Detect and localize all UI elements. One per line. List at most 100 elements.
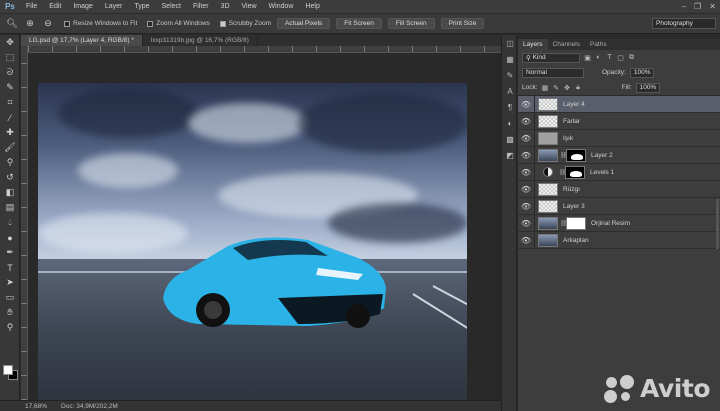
blend-mode-select[interactable]: Normal <box>522 67 584 78</box>
menu-view[interactable]: View <box>236 0 263 13</box>
filter-smart-icon[interactable]: ⧉ <box>628 54 635 61</box>
layer-row[interactable]: 👁︎ Arkaplan <box>518 231 720 249</box>
pen-tool-icon[interactable]: ✒ <box>0 245 20 260</box>
menu-type[interactable]: Type <box>128 0 155 13</box>
zoom-all-option[interactable]: Zoom All Windows <box>147 20 210 27</box>
zoom-tool-icon[interactable]: 🔍︎ <box>6 18 18 30</box>
menu-layer[interactable]: Layer <box>99 0 129 13</box>
layers-scrollbar[interactable] <box>716 199 719 249</box>
layer-row[interactable]: 👁︎ ⛓ Levels 1 <box>518 163 720 181</box>
history-panel-icon[interactable]: ◫ <box>502 35 518 51</box>
layer-row[interactable]: 👁︎ Işık <box>518 129 720 147</box>
adjustments-panel-icon[interactable]: ◐ <box>502 115 518 131</box>
path-select-tool-icon[interactable]: ➤ <box>0 275 20 290</box>
foreground-color-swatch[interactable] <box>3 365 13 375</box>
eye-icon[interactable]: 👁︎ <box>518 146 535 164</box>
tab-layers[interactable]: Layers <box>518 39 548 50</box>
clone-stamp-tool-icon[interactable]: ⚲ <box>0 155 20 170</box>
scrubby-zoom-checkbox[interactable] <box>219 20 226 27</box>
print-size-button[interactable]: Print Size <box>440 18 485 29</box>
tab-paths[interactable]: Paths <box>585 39 612 50</box>
document-image[interactable] <box>38 83 467 411</box>
layer-row[interactable]: 👁︎ Layer 4 <box>518 95 720 113</box>
menu-window[interactable]: Window <box>263 0 300 13</box>
minimize-icon[interactable]: – <box>682 2 686 11</box>
move-tool-icon[interactable]: ✥ <box>0 35 20 50</box>
eye-icon[interactable]: 👁︎ <box>518 95 535 113</box>
horizontal-ruler <box>28 46 501 53</box>
scrubby-zoom-option[interactable]: Scrubby Zoom <box>219 20 271 27</box>
menu-file[interactable]: File <box>20 0 43 13</box>
opacity-input[interactable]: 100% <box>629 67 654 78</box>
brush-panel-icon[interactable]: ✎ <box>502 67 518 83</box>
type-tool-icon[interactable]: T <box>0 260 20 275</box>
fill-screen-button[interactable]: Fill Screen <box>387 18 435 29</box>
tab-channels[interactable]: Channels <box>548 39 585 50</box>
healing-tool-icon[interactable]: ✚ <box>0 125 20 140</box>
filter-shape-icon[interactable]: ▢ <box>617 54 624 62</box>
fill-input[interactable]: 100% <box>635 82 660 93</box>
dodge-tool-icon[interactable]: ● <box>0 230 20 245</box>
eye-icon[interactable]: 👁︎ <box>518 129 535 147</box>
close-icon[interactable]: ✕ <box>709 2 716 11</box>
layer-thumbnail <box>538 131 558 145</box>
filter-type-icon[interactable]: T <box>606 54 613 61</box>
hand-tool-icon[interactable]: ✋︎ <box>0 305 20 320</box>
history-brush-tool-icon[interactable]: ↺ <box>0 170 20 185</box>
resize-windows-option[interactable]: Resize Windows to Fit <box>64 20 137 27</box>
filter-kind-select[interactable]: ⚲ Kind <box>522 52 580 63</box>
menu-edit[interactable]: Edit <box>43 0 67 13</box>
menu-image[interactable]: Image <box>67 0 98 13</box>
eraser-tool-icon[interactable]: ◧ <box>0 185 20 200</box>
tab-lg-psd[interactable]: LG.psd @ 17,7% (Layer 4, RGB/8) * <box>21 35 143 46</box>
gradient-tool-icon[interactable]: ▤ <box>0 200 20 215</box>
menu-select[interactable]: Select <box>156 0 187 13</box>
tab-lxxp-jpg[interactable]: lxxp31319b.jpg @ 16,7% (RGB/8) <box>143 35 258 46</box>
layer-row[interactable]: 👁︎ ⛓ Orjinal Resim <box>518 214 720 232</box>
layer-row[interactable]: 👁︎ Rüzgı <box>518 180 720 198</box>
blur-tool-icon[interactable]: 💧︎ <box>0 215 20 230</box>
menu-3d[interactable]: 3D <box>215 0 236 13</box>
eye-icon[interactable]: 👁︎ <box>518 231 535 249</box>
crop-tool-icon[interactable]: ⌗ <box>0 95 20 110</box>
lasso-tool-icon[interactable]: ᘐ <box>0 65 20 80</box>
workspace-select[interactable]: Photography <box>652 18 716 29</box>
swatches-panel-icon[interactable]: ▩ <box>502 131 518 147</box>
character-panel-icon[interactable]: A <box>502 83 518 99</box>
eye-icon[interactable]: 👁︎ <box>518 197 535 215</box>
layer-row[interactable]: 👁︎ Layer 3 <box>518 197 720 215</box>
paragraph-panel-icon[interactable]: ¶ <box>502 99 518 115</box>
eye-icon[interactable]: 👁︎ <box>518 163 535 181</box>
lock-pixels-icon[interactable]: ✎ <box>553 84 560 92</box>
menu-filter[interactable]: Filter <box>187 0 215 13</box>
zoom-level[interactable]: 17,68% <box>25 403 47 410</box>
canvas-area[interactable] <box>28 53 501 411</box>
restore-icon[interactable]: ❐ <box>694 2 701 11</box>
quick-select-tool-icon[interactable]: ✎ <box>0 80 20 95</box>
eye-icon[interactable]: 👁︎ <box>518 180 535 198</box>
styles-panel-icon[interactable]: ◩ <box>502 147 518 163</box>
actual-pixels-button[interactable]: Actual Pixels <box>277 18 331 29</box>
layer-row[interactable]: 👁︎ Farlar <box>518 112 720 130</box>
filter-adjustment-icon[interactable]: ◐ <box>595 54 602 61</box>
properties-panel-icon[interactable]: ▦ <box>502 51 518 67</box>
lock-position-icon[interactable]: ✥ <box>564 84 571 92</box>
shape-tool-icon[interactable]: ▭ <box>0 290 20 305</box>
zoom-all-checkbox[interactable] <box>147 20 154 27</box>
brush-tool-icon[interactable]: 🖌︎ <box>0 140 20 155</box>
cloud-shape <box>188 103 308 143</box>
eyedropper-tool-icon[interactable]: ⁄ <box>0 110 20 125</box>
eye-icon[interactable]: 👁︎ <box>518 214 535 232</box>
zoom-tool-sidebar-icon[interactable]: ⚲ <box>0 320 20 335</box>
layer-row[interactable]: 👁︎ ⛓ Layer 2 <box>518 146 720 164</box>
zoom-in-icon[interactable]: ⊕ <box>24 18 36 30</box>
zoom-out-icon[interactable]: ⊖ <box>42 18 54 30</box>
marquee-tool-icon[interactable]: ⬚ <box>0 50 20 65</box>
menu-help[interactable]: Help <box>299 0 325 13</box>
fit-screen-button[interactable]: Fit Screen <box>336 18 382 29</box>
filter-pixel-icon[interactable]: ▣ <box>584 54 591 62</box>
resize-windows-checkbox[interactable] <box>64 20 70 27</box>
lock-all-icon[interactable]: 🔒︎ <box>575 84 582 91</box>
eye-icon[interactable]: 👁︎ <box>518 112 535 130</box>
lock-transparency-icon[interactable]: ▦ <box>542 84 549 92</box>
